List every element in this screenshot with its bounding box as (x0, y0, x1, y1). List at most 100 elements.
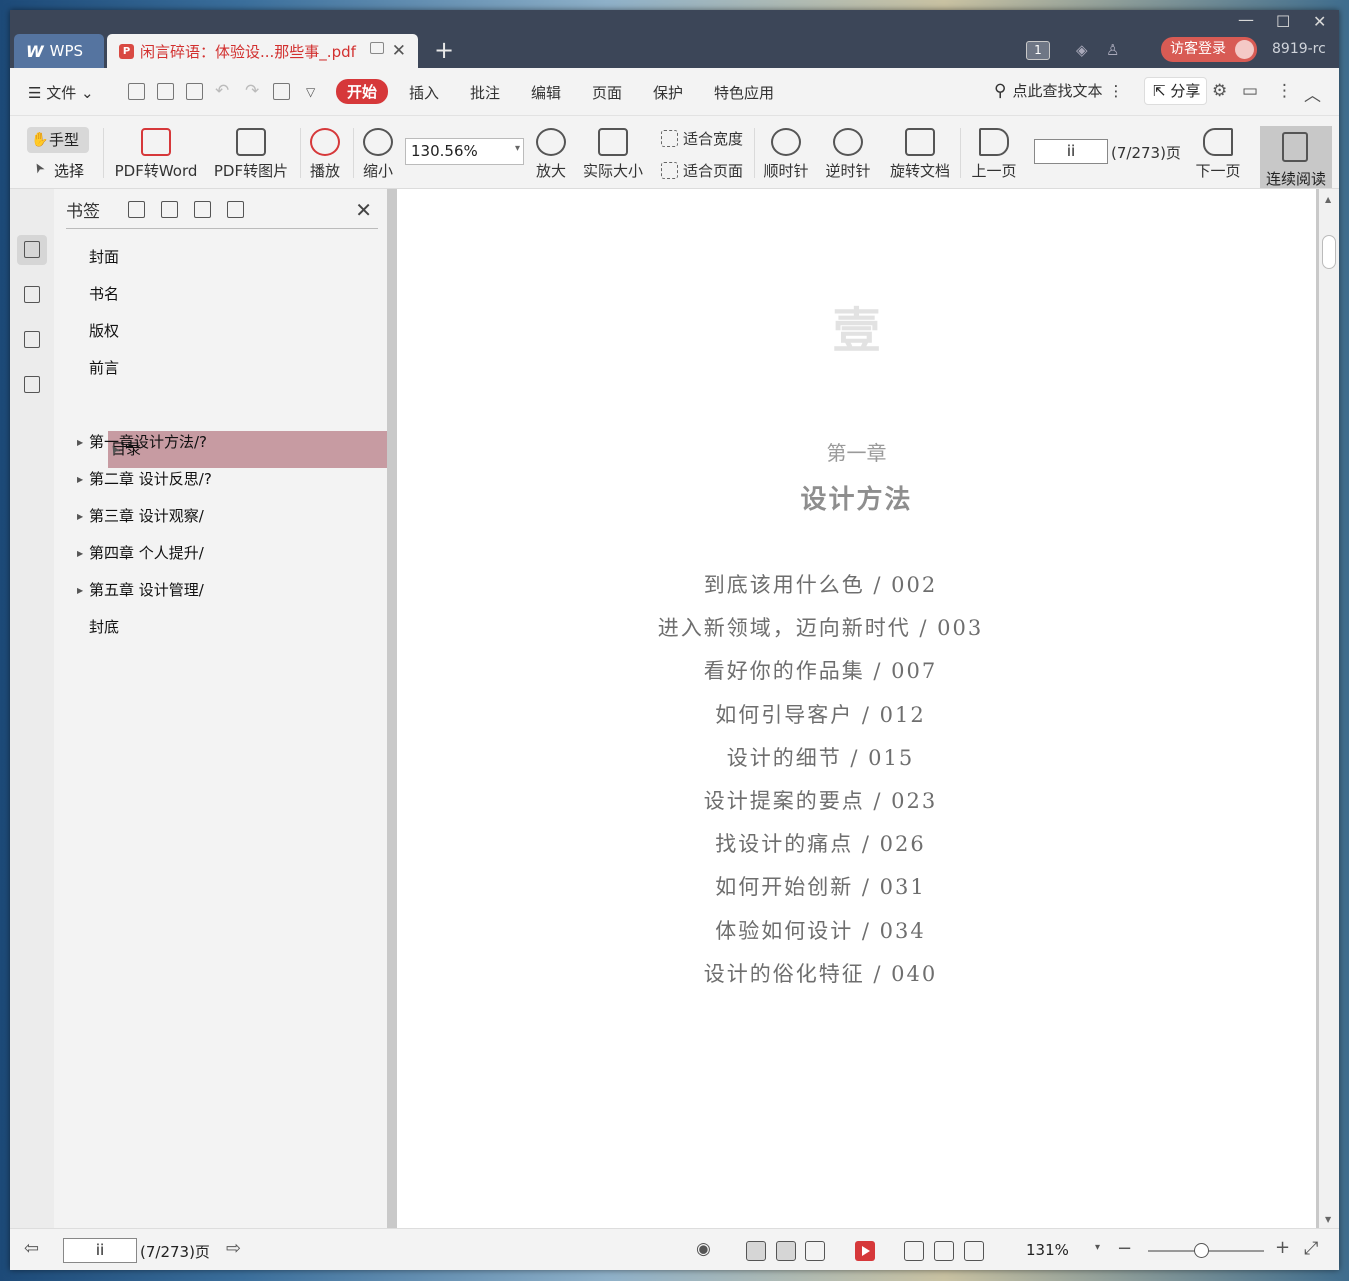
fit-page-button[interactable]: 适合页面 (659, 160, 743, 181)
menu-file[interactable]: ☰ 文件 ⌄ (28, 82, 94, 103)
next-page-button[interactable]: 下一页 (1194, 128, 1242, 181)
scroll-up-icon[interactable]: ▲ (1325, 195, 1331, 204)
redo-icon[interactable]: ↷ (245, 81, 259, 101)
page-input[interactable]: ii (1034, 139, 1108, 164)
bookmark-item[interactable]: 封面 (66, 239, 378, 276)
bookmark-item[interactable]: ▶ 第五章 设计管理/ (66, 572, 378, 609)
actual-size-icon[interactable] (904, 1241, 924, 1261)
zoom-in-icon[interactable]: + (1275, 1237, 1290, 1258)
bookmark-item[interactable]: 封底 (66, 609, 378, 646)
divider (300, 128, 301, 178)
pdf-to-word-button[interactable]: PDF转Word (112, 128, 200, 181)
skin-icon[interactable]: ◈ (1076, 41, 1094, 59)
close-panel-icon[interactable]: ✕ (355, 198, 372, 222)
wps-home-tab[interactable]: W WPS (14, 34, 104, 68)
expand-arrow-icon[interactable]: ▶ (77, 424, 83, 461)
rotate-doc-button[interactable]: 旋转文档 (888, 128, 952, 181)
settings-icon[interactable]: ⚙ (1212, 81, 1227, 101)
rotate-cw-button[interactable]: 顺时针 (763, 128, 809, 181)
zoom-out-button[interactable]: 缩小 (360, 128, 396, 181)
bookmark-options-icon[interactable] (227, 201, 244, 218)
continuous-page-icon[interactable] (776, 1241, 796, 1261)
more-quick-icon[interactable]: ▽ (306, 85, 315, 99)
undo-icon[interactable]: ↶ (215, 81, 229, 101)
zoom-out-icon[interactable]: − (1117, 1238, 1132, 1259)
play-mode-icon[interactable] (855, 1241, 875, 1261)
bookmark-item[interactable]: 版权 (66, 313, 378, 350)
window-count-badge[interactable]: 1 (1026, 41, 1050, 60)
play-button[interactable]: 播放 (307, 128, 343, 181)
zoom-dropdown-icon[interactable]: ▾ (1095, 1242, 1100, 1253)
bookmark-item[interactable]: 书名 (66, 276, 378, 313)
comment-icon[interactable]: ▭ (1242, 81, 1258, 101)
expand-arrow-icon[interactable]: ▶ (77, 461, 83, 498)
document-tab[interactable]: P 闲言碎语：体验设...那些事_.pdf ✕ (107, 34, 418, 68)
status-page-input[interactable]: ii (63, 1238, 137, 1263)
share-button[interactable]: ⇱ 分享 (1144, 77, 1207, 105)
thumbnail-icon[interactable] (17, 280, 47, 310)
export-icon[interactable] (273, 83, 290, 100)
zoom-slider-knob[interactable] (1194, 1243, 1209, 1258)
bookmark-label: 第四章 个人提升/ (89, 544, 204, 562)
bookmark-item[interactable]: 前言 (66, 350, 378, 387)
menu-special[interactable]: 特色应用 (714, 82, 774, 103)
fit-width-icon[interactable] (964, 1241, 984, 1261)
close-window-button[interactable]: ✕ (1313, 12, 1326, 31)
fullscreen-icon[interactable]: ⤢ (1304, 1238, 1318, 1259)
zoom-in-button[interactable]: 放大 (533, 128, 569, 181)
expand-all-icon[interactable] (128, 201, 145, 218)
bookmark-item[interactable]: ▶ 第二章 设计反思/? (66, 461, 378, 498)
menu-protect[interactable]: 保护 (653, 82, 683, 103)
collapse-all-icon[interactable] (161, 201, 178, 218)
scroll-thumb[interactable] (1322, 235, 1336, 269)
pdf-to-image-button[interactable]: PDF转图片 (213, 128, 289, 181)
bookmark-item[interactable]: ▶ 第四章 个人提升/ (66, 535, 378, 572)
zoom-select[interactable]: 130.56% (405, 138, 524, 165)
close-tab-icon[interactable]: ✕ (392, 41, 406, 61)
actual-size-button[interactable]: 实际大小 (581, 128, 645, 181)
bookmark-item[interactable]: ▶ 第三章 设计观察/ (66, 498, 378, 535)
double-page-icon[interactable] (805, 1241, 825, 1261)
monitor-icon[interactable] (370, 42, 384, 54)
minimize-button[interactable]: — (1238, 10, 1254, 29)
select-tool-button[interactable]: 选择 (32, 160, 84, 181)
bookmark-item[interactable]: ▶ 第一章设计方法/? (66, 424, 378, 461)
annotation-icon[interactable] (17, 325, 47, 355)
continuous-read-button[interactable]: 连续阅读 (1260, 126, 1332, 188)
fit-width-button[interactable]: 适合宽度 (659, 128, 743, 149)
collapse-ribbon-icon[interactable]: ︿ (1304, 81, 1321, 106)
hand-tool-button[interactable]: 手型 (27, 127, 89, 153)
maximize-button[interactable]: ☐ (1276, 12, 1290, 31)
menu-comment[interactable]: 批注 (470, 82, 500, 103)
rotate-ccw-button[interactable]: 逆时针 (825, 128, 871, 181)
single-page-icon[interactable] (746, 1241, 766, 1261)
vertical-scrollbar[interactable]: ▲ ▼ (1319, 189, 1339, 1228)
toc-entry: 设计的细节 / 015 (726, 745, 915, 770)
menu-edit[interactable]: 编辑 (531, 82, 561, 103)
more-menu-icon[interactable]: ⋮ (1276, 81, 1293, 101)
print-icon[interactable] (186, 83, 203, 100)
scroll-down-icon[interactable]: ▼ (1325, 1215, 1331, 1224)
expand-arrow-icon[interactable]: ▶ (77, 535, 83, 572)
next-page-icon[interactable]: ⇨ (226, 1238, 241, 1259)
search-text[interactable]: ⚲ 点此查找文本 ⋮ (994, 80, 1123, 101)
bookmark-panel-icon[interactable] (17, 235, 47, 265)
menu-page[interactable]: 页面 (592, 82, 622, 103)
expand-arrow-icon[interactable]: ▶ (77, 498, 83, 535)
menu-insert[interactable]: 插入 (409, 82, 439, 103)
new-tab-button[interactable]: + (434, 38, 454, 62)
add-bookmark-icon[interactable] (194, 201, 211, 218)
prev-page-button[interactable]: 上一页 (970, 128, 1018, 181)
fit-page-icon[interactable] (934, 1241, 954, 1261)
signature-icon[interactable] (17, 370, 47, 400)
menu-start[interactable]: 开始 (336, 79, 389, 104)
search-label: 点此查找文本 (1012, 82, 1103, 100)
shirt-icon[interactable]: ♙ (1106, 41, 1124, 59)
more-vert-icon[interactable]: ⋮ (1108, 82, 1123, 100)
open-icon[interactable] (128, 83, 145, 100)
save-icon[interactable] (157, 83, 174, 100)
prev-page-icon[interactable]: ⇦ (24, 1238, 39, 1259)
expand-arrow-icon[interactable]: ▶ (77, 572, 83, 609)
guest-login-button[interactable]: 访客登录 (1161, 37, 1257, 62)
eye-protect-icon[interactable]: ◉ (696, 1239, 711, 1259)
